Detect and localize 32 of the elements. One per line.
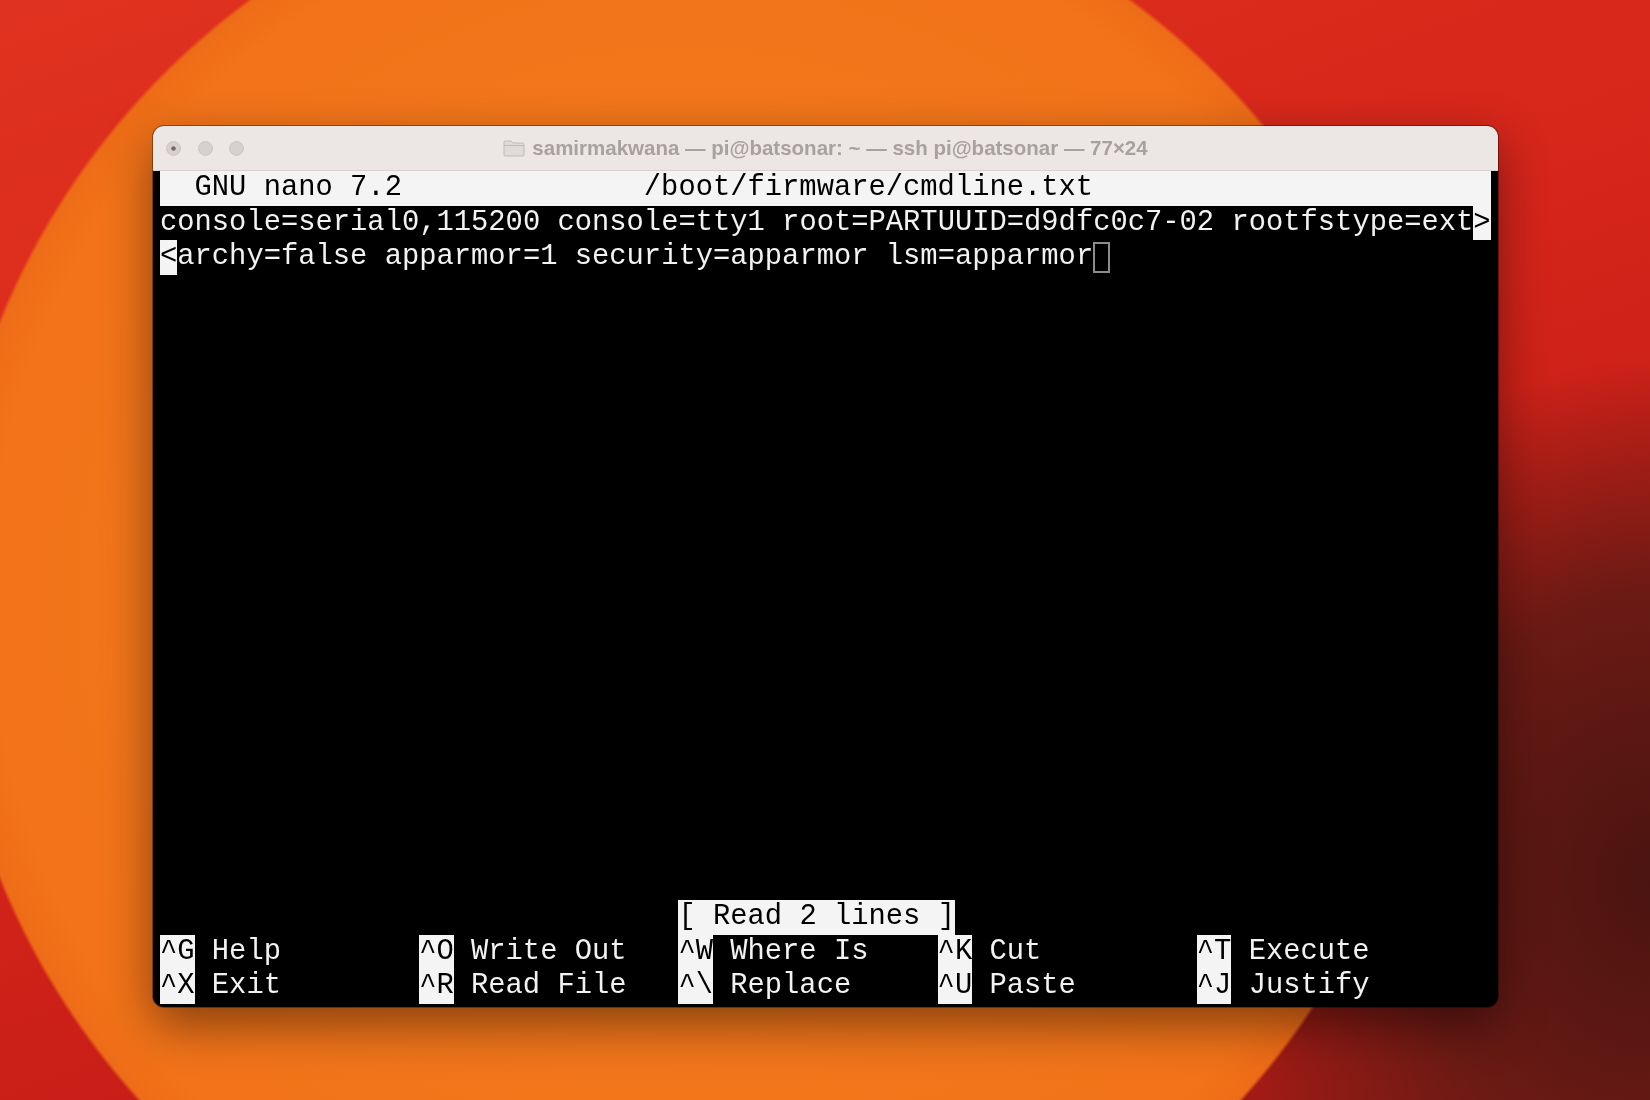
close-button[interactable] xyxy=(166,141,181,156)
overflow-marker: > xyxy=(1473,205,1491,241)
shortcut-key: ^J xyxy=(1196,969,1232,1004)
status-message: [ Read 2 lines ] xyxy=(678,899,955,935)
shortcut-key: ^G xyxy=(160,934,195,970)
shortcut-key: ^U xyxy=(937,969,973,1004)
zoom-button[interactable] xyxy=(229,141,244,156)
shortcut-label: Replace xyxy=(730,969,852,1004)
app-version: GNU nano 7.2 xyxy=(194,171,402,206)
shortcut-label: Where Is xyxy=(730,934,869,970)
shortcut-label: Help xyxy=(211,934,281,970)
overflow-marker: < xyxy=(160,240,178,276)
shortcut-label: Justify xyxy=(1248,969,1370,1004)
file-name: /boot/firmware/cmdline.txt xyxy=(643,171,1094,206)
shortcut-key: ^R xyxy=(419,969,454,1004)
shortcut-label: Execute xyxy=(1248,934,1370,970)
line-text: console=serial0,115200 console=tty1 root=PARTUUID=d9dfc0c7-02 rootfstype=ext xyxy=(160,205,1474,241)
shortcut-label: Cut xyxy=(989,934,1042,970)
shortcut-key: ^X xyxy=(160,969,195,1004)
shortcut-key: ^K xyxy=(937,934,973,970)
shortcut-label: Exit xyxy=(211,969,281,1004)
window-title: samirmakwana — pi@batsonar: ~ — ssh pi@batsonar — 77×24 xyxy=(532,136,1148,160)
shortcut-key: ^O xyxy=(419,934,454,970)
minimize-button[interactable] xyxy=(197,141,213,156)
shortcut-label: Write Out xyxy=(471,934,627,970)
shortcut-label: Paste xyxy=(989,969,1076,1004)
folder-icon xyxy=(503,139,526,157)
shortcut-key: ^\ xyxy=(678,969,713,1004)
shortcut-key: ^T xyxy=(1196,934,1232,970)
shortcut-label: Read File xyxy=(471,969,627,1004)
line-text: archy=false apparmor=1 security=apparmor lsm=apparmor xyxy=(177,240,1094,276)
shortcut-key: ^W xyxy=(678,934,713,970)
